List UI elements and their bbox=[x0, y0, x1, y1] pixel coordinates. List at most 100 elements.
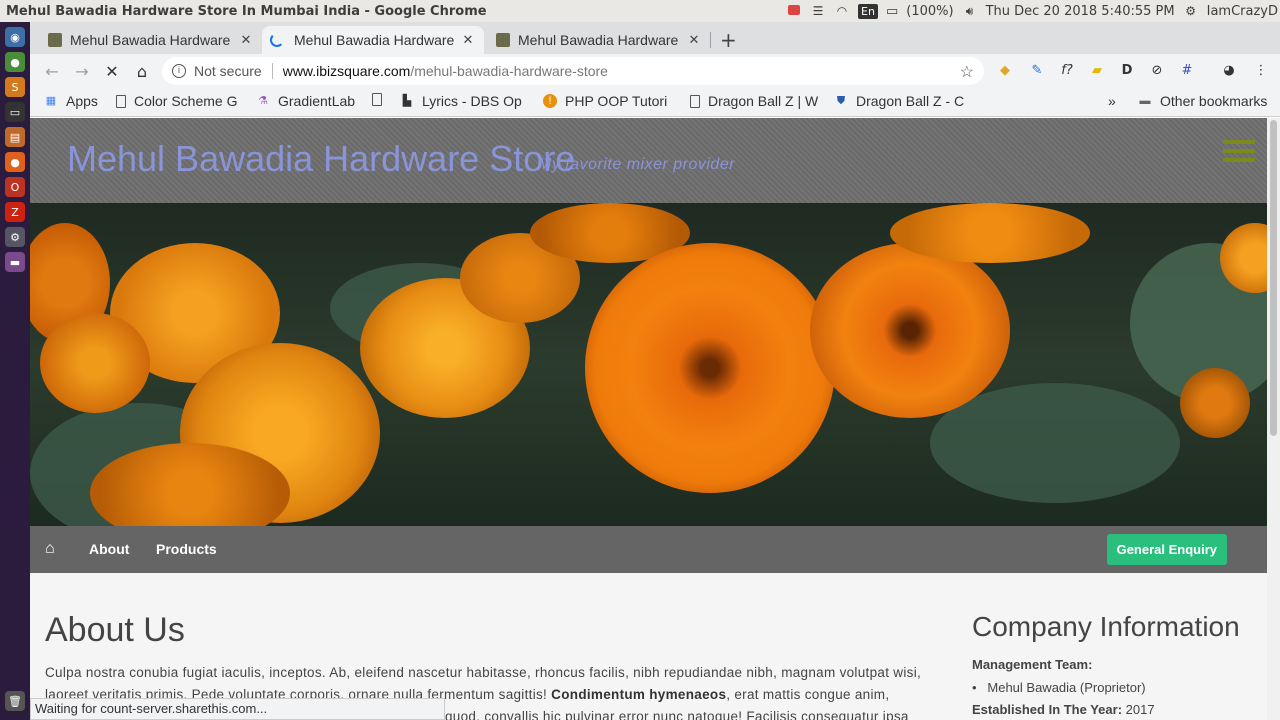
bookmark-label: Apps bbox=[66, 93, 98, 109]
stop-loading-icon[interactable]: ✕ bbox=[98, 62, 126, 81]
bookmark-lyrics[interactable]: ▙ Lyrics - DBS Op bbox=[400, 93, 522, 109]
bookmark-php-oop[interactable]: ! PHP OOP Tutori bbox=[543, 93, 667, 109]
hero-image-marigolds bbox=[30, 203, 1267, 526]
clock[interactable]: Thu Dec 20 2018 5:40:55 PM bbox=[986, 4, 1175, 19]
page-icon bbox=[690, 94, 700, 108]
launcher-trash-icon[interactable]: 🗑︎ bbox=[5, 691, 25, 711]
page-icon bbox=[116, 94, 126, 108]
launcher-files-icon[interactable]: ▤ bbox=[5, 127, 25, 147]
webpage: Mehul Bawadia Hardware Store My favorite… bbox=[30, 118, 1267, 720]
about-bold-text: Condimentum hymenaeos bbox=[551, 687, 727, 702]
home-icon[interactable]: ⌂ bbox=[128, 62, 156, 81]
new-tab-plus-icon[interactable]: + bbox=[720, 28, 737, 52]
tab-1[interactable]: Mehul Bawadia Hardware ✕ bbox=[40, 26, 263, 54]
launcher-terminal-icon[interactable]: ▭ bbox=[5, 102, 25, 122]
extension-note-icon[interactable]: ▰ bbox=[1088, 62, 1106, 80]
close-icon[interactable]: ✕ bbox=[686, 32, 702, 48]
os-top-bar: Mehul Bawadia Hardware Store In Mumbai I… bbox=[0, 0, 1280, 22]
record-icon[interactable] bbox=[786, 4, 802, 18]
forward-arrow-icon[interactable]: → bbox=[68, 62, 96, 81]
menu-list-icon[interactable]: ☰ bbox=[810, 4, 826, 18]
nav-products[interactable]: Products bbox=[156, 541, 217, 557]
bookmark-dbz-1[interactable]: Dragon Ball Z | W bbox=[690, 93, 818, 109]
launcher-sublime-icon[interactable]: S bbox=[5, 77, 25, 97]
site-favicon-icon bbox=[48, 33, 62, 47]
launcher-settings-icon[interactable]: ⚙ bbox=[5, 227, 25, 247]
extension-block-icon[interactable]: ⊘ bbox=[1148, 62, 1166, 80]
home-icon[interactable]: ⌂ bbox=[45, 540, 55, 558]
established-label: Established In The Year: bbox=[972, 702, 1123, 717]
bookmark-gradientlab[interactable]: ⚗ GradientLab bbox=[256, 93, 355, 109]
folder-icon: ▬ bbox=[1139, 95, 1151, 107]
established-value: 2017 bbox=[1125, 702, 1155, 717]
security-label[interactable]: Not secure bbox=[194, 63, 262, 79]
window-title: Mehul Bawadia Hardware Store In Mumbai I… bbox=[6, 3, 487, 19]
close-icon[interactable]: ✕ bbox=[460, 32, 476, 48]
site-header: Mehul Bawadia Hardware Store My favorite… bbox=[30, 118, 1267, 203]
address-bar[interactable]: i Not secure www.ibizsquare.com/mehul-ba… bbox=[162, 57, 984, 85]
extension-grid-icon[interactable]: # bbox=[1178, 62, 1196, 80]
tab-label: Mehul Bawadia Hardware bbox=[70, 32, 231, 48]
apps-grid-icon: ▦ bbox=[45, 95, 57, 107]
tab-label: Mehul Bawadia Hardware bbox=[294, 32, 455, 48]
keyboard-lang-indicator[interactable]: En bbox=[858, 3, 878, 19]
extension-bulb-icon[interactable]: ◆ bbox=[996, 62, 1014, 80]
app-launcher: ◉ ● S ▭ ▤ ● O Z ⚙ ▬ 🗑︎ bbox=[0, 22, 30, 720]
page-icon bbox=[372, 93, 382, 106]
bookmark-apps[interactable]: ▦ Apps bbox=[44, 93, 98, 109]
launcher-filezilla-icon[interactable]: Z bbox=[5, 202, 25, 222]
browser-toolbar: ← → ✕ ⌂ i Not secure www.ibizsquare.com /… bbox=[30, 54, 1280, 88]
bookmarks-overflow-chevron-icon[interactable]: » bbox=[1108, 93, 1116, 109]
management-label: Management Team: bbox=[972, 657, 1093, 672]
battery-icon[interactable]: ▭ bbox=[886, 4, 898, 19]
user-name[interactable]: IamCrazyD bbox=[1207, 4, 1278, 19]
bookmark-other[interactable]: ▬ Other bookmarks bbox=[1138, 93, 1268, 109]
close-icon[interactable]: ✕ bbox=[238, 32, 254, 48]
tab-2-active[interactable]: Mehul Bawadia Hardware ✕ bbox=[262, 26, 484, 54]
status-bar: Waiting for count-server.sharethis.com..… bbox=[30, 698, 445, 720]
extension-fx-icon[interactable]: f? bbox=[1058, 62, 1076, 80]
flask-icon: ⚗ bbox=[258, 95, 268, 107]
launcher-opera-icon[interactable]: O bbox=[5, 177, 25, 197]
bookmark-label: Color Scheme G bbox=[134, 93, 238, 109]
company-info-title: Company Information bbox=[972, 611, 1240, 642]
gear-icon[interactable]: ⚙ bbox=[1183, 4, 1199, 18]
launcher-chrome-icon[interactable]: ● bbox=[5, 52, 25, 72]
site-tagline: My favorite mixer provider bbox=[538, 156, 736, 173]
info-icon[interactable]: i bbox=[172, 64, 186, 78]
bookmark-label: GradientLab bbox=[278, 93, 356, 109]
shield-icon: ⛊ bbox=[836, 95, 846, 107]
management-name: Mehul Bawadia (Proprietor) bbox=[987, 680, 1146, 695]
wifi-icon[interactable]: ◠ bbox=[834, 4, 850, 18]
url-path: /mehul-bawadia-hardware-store bbox=[410, 63, 608, 79]
launcher-app-icon[interactable]: ▬ bbox=[5, 252, 25, 272]
bookmark-label: Other bookmarks bbox=[1160, 93, 1268, 109]
about-title: About Us bbox=[45, 611, 185, 649]
general-enquiry-button[interactable]: General Enquiry bbox=[1106, 534, 1227, 565]
site-brand[interactable]: Mehul Bawadia Hardware Store bbox=[67, 138, 575, 180]
bookmark-star-icon[interactable]: ☆ bbox=[960, 62, 974, 82]
bookmarks-bar: ▦ Apps Color Scheme G ⚗ GradientLab ▙ Ly… bbox=[30, 88, 1280, 117]
tab-3[interactable]: Mehul Bawadia Hardware ✕ bbox=[488, 26, 711, 54]
bookmark-dbz-2[interactable]: ⛊ Dragon Ball Z - C bbox=[834, 93, 964, 109]
extension-eyedropper-icon[interactable]: ✎ bbox=[1028, 62, 1046, 80]
info-badge-icon: ! bbox=[543, 94, 557, 108]
about-line: Culpa nostra conubia fugiat iaculis, inc… bbox=[45, 665, 922, 680]
bookmark-folder-page[interactable] bbox=[372, 93, 390, 106]
launcher-firefox-icon[interactable]: ● bbox=[5, 152, 25, 172]
site-navbar: ⌂ About Products General Enquiry bbox=[30, 526, 1267, 573]
back-arrow-icon[interactable]: ← bbox=[38, 62, 66, 81]
tab-strip: Mehul Bawadia Hardware ✕ Mehul Bawadia H… bbox=[30, 22, 1280, 54]
nav-about[interactable]: About bbox=[89, 541, 129, 557]
volume-icon[interactable]: 🔊︎ bbox=[962, 4, 978, 18]
bookmark-color-scheme[interactable]: Color Scheme G bbox=[116, 93, 237, 109]
profile-avatar-icon[interactable]: ◕ bbox=[1220, 62, 1238, 80]
hamburger-menu-icon[interactable] bbox=[1223, 140, 1255, 167]
launcher-home-icon[interactable]: ◉ bbox=[5, 27, 25, 47]
chrome-menu-icon[interactable]: ⋮ bbox=[1252, 62, 1270, 80]
bookmark-label: Dragon Ball Z - C bbox=[856, 93, 965, 109]
lyrics-site-icon: ▙ bbox=[402, 95, 412, 107]
battery-percent[interactable]: (100%) bbox=[906, 4, 953, 19]
extension-d-icon[interactable]: D bbox=[1118, 62, 1136, 80]
page-scrollbar[interactable] bbox=[1267, 118, 1280, 720]
